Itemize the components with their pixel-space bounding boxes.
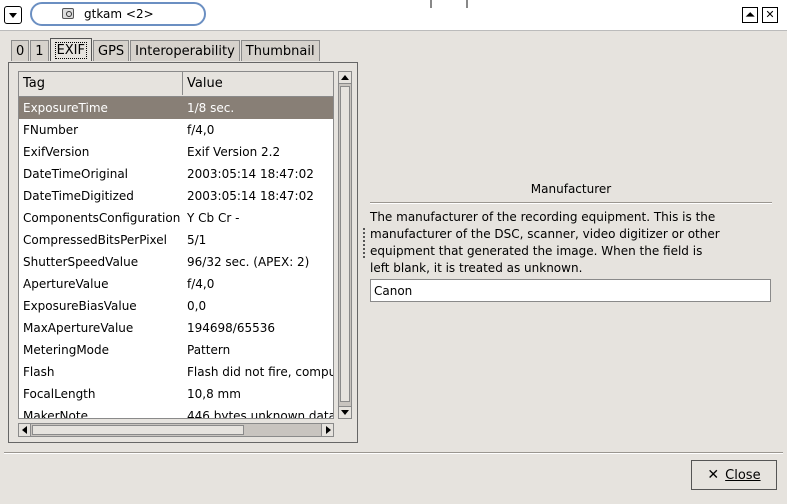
table-row[interactable]: CompressedBitsPerPixel 5/1	[19, 229, 333, 251]
cell-tag: CompressedBitsPerPixel	[23, 233, 167, 247]
cell-tag: ExposureBiasValue	[23, 299, 137, 313]
column-header-tag[interactable]: Tag	[19, 72, 183, 95]
cell-value: 5/1	[187, 233, 207, 247]
maximize-button[interactable]: ⏶	[742, 7, 758, 23]
cell-tag: ComponentsConfiguration	[23, 211, 181, 225]
horizontal-scroll-thumb[interactable]	[32, 425, 244, 435]
tab-interoperability[interactable]: Interoperability	[130, 40, 240, 61]
vertical-scroll-thumb[interactable]	[340, 86, 350, 402]
window-title: gtkam <2>	[84, 7, 154, 21]
column-header-value[interactable]: Value	[183, 72, 333, 95]
titlebar-divider	[430, 0, 432, 8]
table-row[interactable]: MeteringMode Pattern	[19, 339, 333, 361]
title-pill[interactable]: gtkam <2>	[30, 2, 206, 26]
titlebar-divider	[466, 0, 468, 8]
value-input[interactable]	[370, 279, 771, 302]
table-row[interactable]: ExifVersion Exif Version 2.2	[19, 141, 333, 163]
tab-label: 1	[35, 44, 44, 59]
table-row[interactable]: ComponentsConfiguration Y Cb Cr -	[19, 207, 333, 229]
info-description: The manufacturer of the recording equipm…	[370, 210, 720, 275]
close-button-label: Close	[725, 468, 761, 483]
close-icon: ✕	[765, 8, 775, 21]
cell-tag: ShutterSpeedValue	[23, 255, 139, 269]
info-title: Manufacturer	[530, 182, 612, 196]
tab-exif[interactable]: EXIF	[49, 38, 92, 61]
exif-page: Tag Value ExposureTime 1/8 sec. FNumber f/4…	[8, 62, 358, 443]
cell-value: Exif Version 2.2	[187, 145, 281, 159]
cell-value: 96/32 sec. (APEX: 2)	[187, 255, 310, 269]
tab-label: 0	[16, 44, 25, 59]
cell-value: Pattern	[187, 343, 231, 357]
tab-label: Interoperability	[135, 44, 235, 59]
cell-value: 1/8 sec.	[187, 101, 235, 115]
table-row[interactable]: MakerNote 446 bytes unknown data	[19, 405, 333, 419]
vertical-scrollbar[interactable]	[338, 71, 352, 419]
table-body: ExposureTime 1/8 sec. FNumber f/4,0 ExifVers…	[19, 97, 333, 419]
tab-thumbnail[interactable]: Thumbnail	[240, 40, 320, 61]
cell-value: 446 bytes unknown data	[187, 409, 333, 419]
tab-gps[interactable]: GPS	[93, 40, 130, 61]
cell-value: 194698/65536	[187, 321, 276, 335]
cell-tag: DateTimeOriginal	[23, 167, 129, 181]
scroll-left-arrow-icon[interactable]	[19, 424, 31, 436]
tab-label: Thumbnail	[245, 44, 315, 59]
close-icon: ✕	[707, 467, 720, 483]
cell-value: 2003:05:14 18:47:02	[187, 167, 314, 181]
title-bar: gtkam <2> ⏶ ✕	[0, 0, 787, 30]
tab-bar: 0 1 EXIF GPS Interoperability Thumbnail	[11, 38, 321, 62]
cell-value: 0,0	[187, 299, 207, 313]
camera-icon	[62, 8, 74, 19]
table-row[interactable]: ExposureBiasValue 0,0	[19, 295, 333, 317]
cell-tag: ApertureValue	[23, 277, 109, 291]
cell-tag: MeteringMode	[23, 343, 110, 357]
close-button[interactable]: ✕ Close	[691, 460, 777, 490]
cell-tag: FocalLength	[23, 387, 96, 401]
cell-tag: Flash	[23, 365, 55, 379]
tab-label: EXIF	[54, 42, 87, 59]
table-row[interactable]: ShutterSpeedValue 96/32 sec. (APEX: 2)	[19, 251, 333, 273]
table-row[interactable]: FNumber f/4,0	[19, 119, 333, 141]
cell-tag: MaxApertureValue	[23, 321, 134, 335]
table-row[interactable]: DateTimeDigitized 2003:05:14 18:47:02	[19, 185, 333, 207]
scroll-up-arrow-icon[interactable]	[339, 72, 351, 84]
window-menu-button[interactable]	[4, 6, 22, 24]
tab-label: GPS	[98, 44, 125, 59]
exif-table[interactable]: Tag Value ExposureTime 1/8 sec. FNumber f/4…	[18, 71, 334, 419]
cell-value: 2003:05:14 18:47:02	[187, 189, 314, 203]
tab-1[interactable]: 1	[30, 40, 49, 61]
horizontal-scrollbar[interactable]	[18, 423, 334, 437]
info-separator	[370, 202, 772, 204]
tab-0[interactable]: 0	[11, 40, 30, 61]
cell-value: Flash did not fire, compu	[187, 365, 333, 379]
table-row[interactable]: ExposureTime 1/8 sec.	[19, 97, 333, 119]
close-window-button[interactable]: ✕	[762, 7, 778, 23]
table-header: Tag Value	[19, 72, 333, 97]
table-row[interactable]: FocalLength 10,8 mm	[19, 383, 333, 405]
cell-value: Y Cb Cr -	[187, 211, 240, 225]
cell-tag: ExposureTime	[23, 101, 108, 115]
cell-tag: MakerNote	[23, 409, 88, 419]
pane-resize-grip[interactable]	[363, 228, 367, 258]
table-row[interactable]: DateTimeOriginal 2003:05:14 18:47:02	[19, 163, 333, 185]
maximize-icon: ⏶	[745, 8, 755, 21]
bottom-separator	[4, 452, 783, 454]
cell-value: 10,8 mm	[187, 387, 241, 401]
cell-tag: DateTimeDigitized	[23, 189, 134, 203]
cell-tag: FNumber	[23, 123, 79, 137]
cell-tag: ExifVersion	[23, 145, 90, 159]
cell-value: f/4,0	[187, 277, 215, 291]
table-row[interactable]: Flash Flash did not fire, compu	[19, 361, 333, 383]
table-row[interactable]: ApertureValue f/4,0	[19, 273, 333, 295]
cell-value: f/4,0	[187, 123, 215, 137]
scroll-right-arrow-icon[interactable]	[321, 424, 333, 436]
scroll-down-arrow-icon[interactable]	[339, 406, 351, 418]
dialog-window: 0 1 EXIF GPS Interoperability Thumbnail …	[0, 30, 787, 504]
table-row[interactable]: MaxApertureValue 194698/65536	[19, 317, 333, 339]
